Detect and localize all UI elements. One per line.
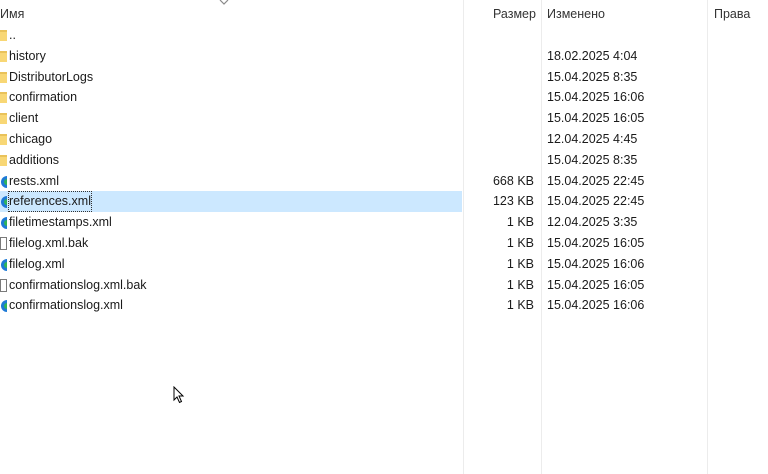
file-modified-date: 12.04.2025 3:35 [547, 215, 638, 230]
file-name-cell[interactable]: client [0, 108, 462, 129]
file-row[interactable]: chicago 12.04.2025 4:45 [0, 129, 768, 150]
xml-file-icon [0, 298, 7, 313]
file-name: chicago [9, 131, 53, 146]
xml-file-icon [0, 174, 7, 189]
file-row[interactable]: .. [0, 25, 768, 46]
file-name: confirmation [9, 90, 78, 105]
file-size: 1 KB [506, 298, 534, 313]
file-row[interactable]: confirmationslog.xml.bak 1 KB 15.04.2025 1… [0, 275, 768, 296]
file-size: 1 KB [506, 215, 534, 230]
file-size: 123 KB [492, 194, 534, 209]
column-header-modified[interactable]: Изменено [547, 0, 605, 28]
file-row[interactable]: rests.xml 668 KB 15.04.2025 22:45 [0, 171, 768, 192]
folder-icon [0, 70, 7, 85]
file-modified-date: 15.04.2025 16:06 [547, 90, 645, 105]
folder-icon [0, 49, 7, 64]
file-name-cell[interactable]: filelog.xml.bak [0, 233, 462, 254]
file-name: references.xml [8, 191, 92, 213]
document-icon [0, 236, 7, 251]
file-name-cell[interactable]: confirmationslog.xml.bak [0, 275, 462, 296]
column-header-bar: Имя Размер Изменено Права [0, 0, 768, 28]
file-row[interactable]: filelog.xml 1 KB 15.04.2025 16:06 [0, 254, 768, 275]
file-name-cell[interactable]: chicago [0, 129, 462, 150]
file-name: .. [9, 28, 16, 42]
file-row[interactable]: additions 15.04.2025 8:35 [0, 150, 768, 171]
folder-icon [0, 90, 7, 105]
xml-file-icon [0, 215, 7, 230]
file-name-cell[interactable]: confirmation [0, 87, 462, 108]
file-name: confirmationslog.xml [9, 298, 123, 313]
folder-icon [0, 28, 7, 43]
file-name-cell[interactable]: history [0, 46, 462, 67]
file-name: filelog.xml [9, 256, 65, 271]
file-modified-date: 12.04.2025 4:45 [547, 131, 638, 146]
mouse-cursor-icon [173, 386, 185, 404]
file-name: filelog.xml.bak [9, 235, 89, 250]
file-size: 1 KB [506, 235, 534, 250]
file-name: filetimestamps.xml [9, 215, 112, 230]
file-row[interactable]: history 18.02.2025 4:04 [0, 46, 768, 67]
file-list: .. history 18.02.2025 4:04 DistributorLogs 1… [0, 25, 768, 316]
file-modified-date: 15.04.2025 8:35 [547, 69, 638, 84]
column-header-size[interactable]: Размер [493, 0, 536, 28]
file-name-cell[interactable]: filetimestamps.xml [0, 212, 462, 233]
file-modified-date: 15.04.2025 22:45 [547, 173, 645, 188]
file-modified-date: 18.02.2025 4:04 [547, 48, 638, 63]
file-name-cell[interactable]: filelog.xml [0, 254, 462, 275]
folder-icon [0, 132, 7, 147]
sort-ascending-icon [219, 0, 229, 5]
file-name: history [9, 48, 46, 63]
file-name-cell[interactable]: .. [0, 25, 462, 46]
file-modified-date: 15.04.2025 16:06 [547, 298, 645, 313]
folder-icon [0, 111, 7, 126]
file-row[interactable]: references.xml 123 KB 15.04.2025 22:45 [0, 191, 768, 213]
file-row[interactable]: filetimestamps.xml 1 KB 12.04.2025 3:35 [0, 212, 768, 233]
file-name: additions [9, 152, 60, 167]
file-modified-date: 15.04.2025 8:35 [547, 152, 638, 167]
file-name: rests.xml [9, 173, 59, 188]
file-name-cell[interactable]: confirmationslog.xml [0, 295, 462, 316]
xml-file-icon [0, 257, 7, 272]
file-row[interactable]: confirmationslog.xml 1 KB 15.04.2025 16:06 [0, 295, 768, 316]
column-header-name[interactable]: Имя [0, 0, 24, 28]
file-modified-date: 15.04.2025 16:05 [547, 235, 645, 250]
file-row[interactable]: client 15.04.2025 16:05 [0, 108, 768, 129]
file-modified-date: 15.04.2025 16:05 [547, 277, 645, 292]
file-name-cell[interactable]: additions [0, 150, 462, 171]
file-modified-date: 15.04.2025 16:05 [547, 111, 645, 126]
file-size: 1 KB [506, 277, 534, 292]
xml-file-icon [0, 194, 7, 209]
folder-icon [0, 153, 7, 168]
file-size: 1 KB [506, 256, 534, 271]
file-modified-date: 15.04.2025 22:45 [547, 194, 645, 209]
file-row[interactable]: filelog.xml.bak 1 KB 15.04.2025 16:05 [0, 233, 768, 254]
column-header-rights[interactable]: Права [714, 0, 750, 28]
file-row[interactable]: DistributorLogs 15.04.2025 8:35 [0, 67, 768, 88]
file-name: DistributorLogs [9, 69, 94, 84]
file-name-cell[interactable]: DistributorLogs [0, 67, 462, 88]
file-size: 668 KB [492, 173, 534, 188]
document-icon [0, 278, 7, 293]
file-modified-date: 15.04.2025 16:06 [547, 256, 645, 271]
file-name-cell[interactable]: rests.xml [0, 171, 462, 192]
file-name: client [9, 111, 39, 126]
file-name-cell[interactable]: references.xml [0, 191, 462, 213]
file-row[interactable]: confirmation 15.04.2025 16:06 [0, 87, 768, 108]
file-name: confirmationslog.xml.bak [9, 277, 147, 292]
